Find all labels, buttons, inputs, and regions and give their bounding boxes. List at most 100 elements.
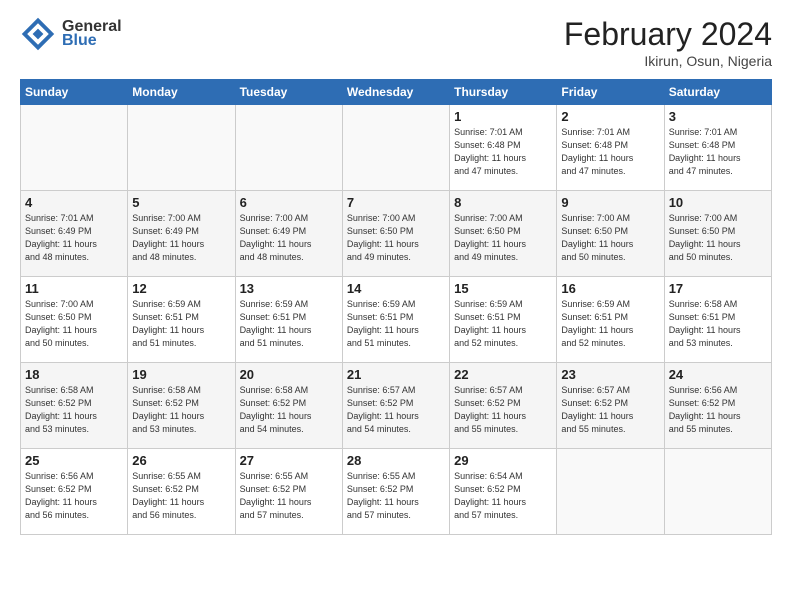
week-row-1: 1 Sunrise: 7:01 AM Sunset: 6:48 PM Daylig… xyxy=(21,105,772,191)
day-number: 24 xyxy=(669,367,767,382)
day-number: 17 xyxy=(669,281,767,296)
day-info: Sunrise: 6:57 AM Sunset: 6:52 PM Dayligh… xyxy=(454,384,552,436)
day-number: 3 xyxy=(669,109,767,124)
day-number: 27 xyxy=(240,453,338,468)
header: General Blue February 2024 Ikirun, Osun,… xyxy=(20,16,772,69)
days-of-week-row: SundayMondayTuesdayWednesdayThursdayFrid… xyxy=(21,80,772,105)
day-number: 19 xyxy=(132,367,230,382)
day-of-week-friday: Friday xyxy=(557,80,664,105)
page-container: General Blue February 2024 Ikirun, Osun,… xyxy=(0,0,792,545)
day-info: Sunrise: 7:00 AM Sunset: 6:50 PM Dayligh… xyxy=(25,298,123,350)
title-block: February 2024 Ikirun, Osun, Nigeria xyxy=(564,16,772,69)
week-row-3: 11 Sunrise: 7:00 AM Sunset: 6:50 PM Dayli… xyxy=(21,277,772,363)
calendar-cell: 29 Sunrise: 6:54 AM Sunset: 6:52 PM Dayli… xyxy=(450,449,557,535)
day-info: Sunrise: 6:58 AM Sunset: 6:51 PM Dayligh… xyxy=(669,298,767,350)
day-info: Sunrise: 6:59 AM Sunset: 6:51 PM Dayligh… xyxy=(240,298,338,350)
calendar-cell xyxy=(664,449,771,535)
day-info: Sunrise: 6:55 AM Sunset: 6:52 PM Dayligh… xyxy=(240,470,338,522)
calendar-cell: 3 Sunrise: 7:01 AM Sunset: 6:48 PM Daylig… xyxy=(664,105,771,191)
day-number: 7 xyxy=(347,195,445,210)
day-info: Sunrise: 7:00 AM Sunset: 6:49 PM Dayligh… xyxy=(240,212,338,264)
day-info: Sunrise: 7:01 AM Sunset: 6:48 PM Dayligh… xyxy=(454,126,552,178)
day-info: Sunrise: 6:58 AM Sunset: 6:52 PM Dayligh… xyxy=(132,384,230,436)
day-info: Sunrise: 6:57 AM Sunset: 6:52 PM Dayligh… xyxy=(347,384,445,436)
day-of-week-sunday: Sunday xyxy=(21,80,128,105)
calendar-cell xyxy=(128,105,235,191)
logo: General Blue xyxy=(20,16,122,52)
day-number: 28 xyxy=(347,453,445,468)
day-info: Sunrise: 7:01 AM Sunset: 6:49 PM Dayligh… xyxy=(25,212,123,264)
calendar-cell: 5 Sunrise: 7:00 AM Sunset: 6:49 PM Daylig… xyxy=(128,191,235,277)
calendar-cell: 21 Sunrise: 6:57 AM Sunset: 6:52 PM Dayli… xyxy=(342,363,449,449)
calendar-cell: 28 Sunrise: 6:55 AM Sunset: 6:52 PM Dayli… xyxy=(342,449,449,535)
day-number: 8 xyxy=(454,195,552,210)
calendar-cell: 17 Sunrise: 6:58 AM Sunset: 6:51 PM Dayli… xyxy=(664,277,771,363)
day-of-week-wednesday: Wednesday xyxy=(342,80,449,105)
week-row-4: 18 Sunrise: 6:58 AM Sunset: 6:52 PM Dayli… xyxy=(21,363,772,449)
day-number: 1 xyxy=(454,109,552,124)
day-info: Sunrise: 6:56 AM Sunset: 6:52 PM Dayligh… xyxy=(669,384,767,436)
day-number: 18 xyxy=(25,367,123,382)
day-info: Sunrise: 6:55 AM Sunset: 6:52 PM Dayligh… xyxy=(132,470,230,522)
subtitle: Ikirun, Osun, Nigeria xyxy=(564,53,772,69)
calendar-cell: 11 Sunrise: 7:00 AM Sunset: 6:50 PM Dayli… xyxy=(21,277,128,363)
calendar-cell: 24 Sunrise: 6:56 AM Sunset: 6:52 PM Dayli… xyxy=(664,363,771,449)
calendar-cell: 2 Sunrise: 7:01 AM Sunset: 6:48 PM Daylig… xyxy=(557,105,664,191)
calendar-cell: 23 Sunrise: 6:57 AM Sunset: 6:52 PM Dayli… xyxy=(557,363,664,449)
calendar-cell xyxy=(557,449,664,535)
day-info: Sunrise: 6:55 AM Sunset: 6:52 PM Dayligh… xyxy=(347,470,445,522)
day-of-week-thursday: Thursday xyxy=(450,80,557,105)
calendar-cell: 7 Sunrise: 7:00 AM Sunset: 6:50 PM Daylig… xyxy=(342,191,449,277)
day-number: 6 xyxy=(240,195,338,210)
calendar-cell: 4 Sunrise: 7:01 AM Sunset: 6:49 PM Daylig… xyxy=(21,191,128,277)
calendar-cell xyxy=(235,105,342,191)
day-number: 21 xyxy=(347,367,445,382)
day-info: Sunrise: 7:00 AM Sunset: 6:49 PM Dayligh… xyxy=(132,212,230,264)
day-info: Sunrise: 7:00 AM Sunset: 6:50 PM Dayligh… xyxy=(454,212,552,264)
week-row-2: 4 Sunrise: 7:01 AM Sunset: 6:49 PM Daylig… xyxy=(21,191,772,277)
day-info: Sunrise: 6:57 AM Sunset: 6:52 PM Dayligh… xyxy=(561,384,659,436)
day-number: 15 xyxy=(454,281,552,296)
calendar-cell xyxy=(342,105,449,191)
calendar-cell: 26 Sunrise: 6:55 AM Sunset: 6:52 PM Dayli… xyxy=(128,449,235,535)
calendar-cell: 14 Sunrise: 6:59 AM Sunset: 6:51 PM Dayli… xyxy=(342,277,449,363)
day-of-week-tuesday: Tuesday xyxy=(235,80,342,105)
month-title: February 2024 xyxy=(564,16,772,53)
calendar-cell: 12 Sunrise: 6:59 AM Sunset: 6:51 PM Dayli… xyxy=(128,277,235,363)
day-info: Sunrise: 6:58 AM Sunset: 6:52 PM Dayligh… xyxy=(25,384,123,436)
day-info: Sunrise: 6:58 AM Sunset: 6:52 PM Dayligh… xyxy=(240,384,338,436)
day-number: 2 xyxy=(561,109,659,124)
day-number: 9 xyxy=(561,195,659,210)
day-of-week-monday: Monday xyxy=(128,80,235,105)
day-info: Sunrise: 6:54 AM Sunset: 6:52 PM Dayligh… xyxy=(454,470,552,522)
logo-icon xyxy=(20,16,56,52)
calendar-cell: 16Sunrise: 6:59 AM Sunset: 6:51 PM Dayli… xyxy=(557,277,664,363)
day-of-week-saturday: Saturday xyxy=(664,80,771,105)
calendar-cell: 13Sunrise: 6:59 AM Sunset: 6:51 PM Dayli… xyxy=(235,277,342,363)
calendar-table: SundayMondayTuesdayWednesdayThursdayFrid… xyxy=(20,79,772,535)
day-info: Sunrise: 6:59 AM Sunset: 6:51 PM Dayligh… xyxy=(132,298,230,350)
calendar-cell: 10Sunrise: 7:00 AM Sunset: 6:50 PM Dayli… xyxy=(664,191,771,277)
day-number: 20 xyxy=(240,367,338,382)
calendar-cell: 9Sunrise: 7:00 AM Sunset: 6:50 PM Daylig… xyxy=(557,191,664,277)
day-number: 12 xyxy=(132,281,230,296)
day-number: 26 xyxy=(132,453,230,468)
day-info: Sunrise: 7:00 AM Sunset: 6:50 PM Dayligh… xyxy=(347,212,445,264)
day-number: 10 xyxy=(669,195,767,210)
calendar-cell: 20 Sunrise: 6:58 AM Sunset: 6:52 PM Dayli… xyxy=(235,363,342,449)
calendar-cell: 15 Sunrise: 6:59 AM Sunset: 6:51 PM Dayli… xyxy=(450,277,557,363)
calendar-cell: 25Sunrise: 6:56 AM Sunset: 6:52 PM Dayli… xyxy=(21,449,128,535)
day-info: Sunrise: 6:56 AM Sunset: 6:52 PM Dayligh… xyxy=(25,470,123,522)
day-number: 14 xyxy=(347,281,445,296)
week-row-5: 25Sunrise: 6:56 AM Sunset: 6:52 PM Dayli… xyxy=(21,449,772,535)
day-info: Sunrise: 7:01 AM Sunset: 6:48 PM Dayligh… xyxy=(561,126,659,178)
day-info: Sunrise: 6:59 AM Sunset: 6:51 PM Dayligh… xyxy=(347,298,445,350)
day-number: 4 xyxy=(25,195,123,210)
calendar-cell: 19 Sunrise: 6:58 AM Sunset: 6:52 PM Dayli… xyxy=(128,363,235,449)
day-number: 5 xyxy=(132,195,230,210)
day-info: Sunrise: 7:01 AM Sunset: 6:48 PM Dayligh… xyxy=(669,126,767,178)
day-number: 11 xyxy=(25,281,123,296)
day-info: Sunrise: 6:59 AM Sunset: 6:51 PM Dayligh… xyxy=(454,298,552,350)
day-number: 23 xyxy=(561,367,659,382)
day-number: 29 xyxy=(454,453,552,468)
